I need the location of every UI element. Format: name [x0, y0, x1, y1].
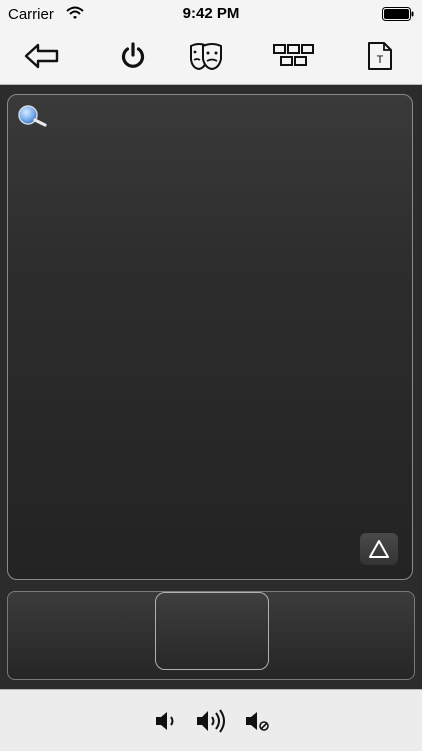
battery-icon: [382, 7, 414, 21]
faces-icon: [190, 43, 222, 71]
right-mouse-button[interactable]: [268, 592, 414, 679]
volume-bar: [0, 689, 422, 751]
middle-mouse-button[interactable]: [155, 592, 269, 670]
status-bar: Carrier 9:42 PM: [0, 0, 422, 28]
triangle-up-icon: [369, 540, 389, 558]
back-arrow-icon: [24, 43, 59, 69]
left-mouse-button[interactable]: [8, 592, 154, 679]
back-button[interactable]: [20, 36, 64, 76]
text-document-glyph: T: [377, 54, 384, 66]
power-icon: [121, 42, 145, 68]
faces-button[interactable]: [184, 36, 228, 76]
remote-control-area: [0, 85, 422, 689]
status-time: 9:42 PM: [182, 5, 240, 22]
keyboard-toggle-button[interactable]: [360, 533, 398, 565]
power-button[interactable]: [111, 36, 155, 76]
volume-up-icon: [197, 709, 225, 733]
magnifier-icon[interactable]: [17, 105, 53, 129]
volume-down-button[interactable]: [150, 704, 184, 738]
volume-up-button[interactable]: [194, 704, 228, 738]
volume-mute-icon: [246, 712, 269, 731]
mouse-buttons: [7, 591, 415, 680]
volume-down-icon: [156, 712, 174, 730]
toolbar: T: [0, 28, 422, 85]
volume-mute-button[interactable]: [241, 704, 275, 738]
trackpad[interactable]: [7, 94, 413, 580]
keyboard-grid-icon: [273, 44, 314, 66]
keyboard-grid-button[interactable]: [268, 36, 320, 76]
text-document-icon: T: [368, 42, 392, 70]
text-input-button[interactable]: T: [358, 36, 402, 76]
